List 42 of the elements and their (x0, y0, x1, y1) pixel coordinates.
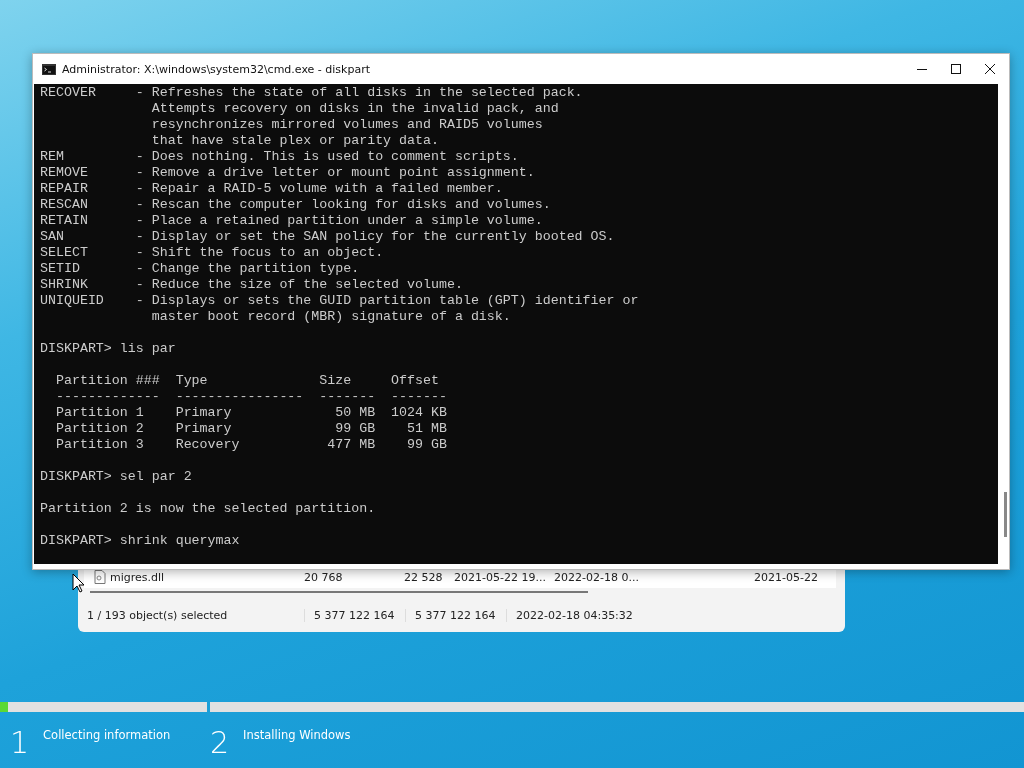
step-number: 1 (10, 726, 30, 760)
console-line: resynchronizes mirrored volumes and RAID5 volumes (150, 117, 543, 133)
status-text: 5 377 122 164 (305, 608, 406, 622)
table-cell: 22 528 (404, 570, 443, 584)
step-label: Collecting information (43, 728, 171, 744)
console-line: REMOVE - Remove a drive letter or mount point assignment. (40, 165, 535, 181)
file-name[interactable]: migres.dll (110, 570, 300, 584)
console-line: RECOVER - Refreshes the state of all disks in the selected pack. (40, 85, 583, 101)
console-line: RESCAN - Rescan the computer looking for disks and volumes. (40, 197, 551, 213)
console-line: SELECT - Shift the focus to an object. (40, 245, 384, 261)
console-line: Attempts recovery on disks in the invalid pack, and (150, 101, 559, 117)
console-line: Partition 2 Primary 99 GB 51 MB (54, 421, 447, 437)
console-line: RETAIN - Place a retained partition under a simple volume. (40, 213, 543, 229)
console-line: DISKPART> sel par 2 (40, 469, 192, 485)
console-line: SHRINK - Reduce the size of the selected volume. (40, 277, 463, 293)
step-label: Installing Windows (243, 728, 351, 744)
console-line: Partition ### Type Size Offset (54, 373, 439, 389)
step-number: 2 (210, 726, 230, 760)
console-line: ------------- ---------------- ------- ------- (54, 389, 447, 405)
terminal-icon (42, 63, 56, 75)
console-line: DISKPART> lis par (40, 341, 176, 357)
console-line: REPAIR - Repair a RAID-5 volume with a failed member. (40, 181, 503, 197)
status-text: 5 377 122 164 (406, 608, 507, 622)
console-line: SETID - Change the partition type. (40, 261, 360, 277)
scrollbar-thumb[interactable] (1004, 492, 1007, 537)
status-text: 1 / 193 object(s) selected (78, 608, 305, 622)
console-line: master boot record (MBR) signature of a disk. (150, 309, 511, 325)
console-line: SAN - Display or set the SAN policy for the currently booted OS. (40, 229, 615, 245)
table-cell: 2021-05-22 19... (454, 570, 546, 584)
status-text: 2022-02-18 04:35:32 (515, 608, 633, 622)
table-cell: 2022-02-18 0... (554, 570, 639, 584)
console-line: Partition 3 Recovery 477 MB 99 GB (54, 437, 447, 453)
console-line: Partition 2 is now the selected partition. (40, 501, 376, 517)
console-line: Partition 1 Primary 50 MB 1024 KB (54, 405, 447, 421)
console-line: REM - Does nothing. This is used to comment scripts. (40, 149, 519, 165)
table-cell: 2021-05-22 (754, 570, 818, 584)
table-cell: 20 768 (304, 570, 343, 584)
console-line: DISKPART> shrink querymax (40, 533, 240, 549)
console-line: UNIQUEID - Displays or sets the GUID partition table (GPT) identifier or (40, 293, 639, 309)
console-line: that have stale plex or parity data. (150, 133, 439, 149)
scrollbar[interactable] (90, 591, 588, 593)
window-title: Administrator: X:\windows\system32\cmd.exe - diskpart (62, 62, 370, 76)
